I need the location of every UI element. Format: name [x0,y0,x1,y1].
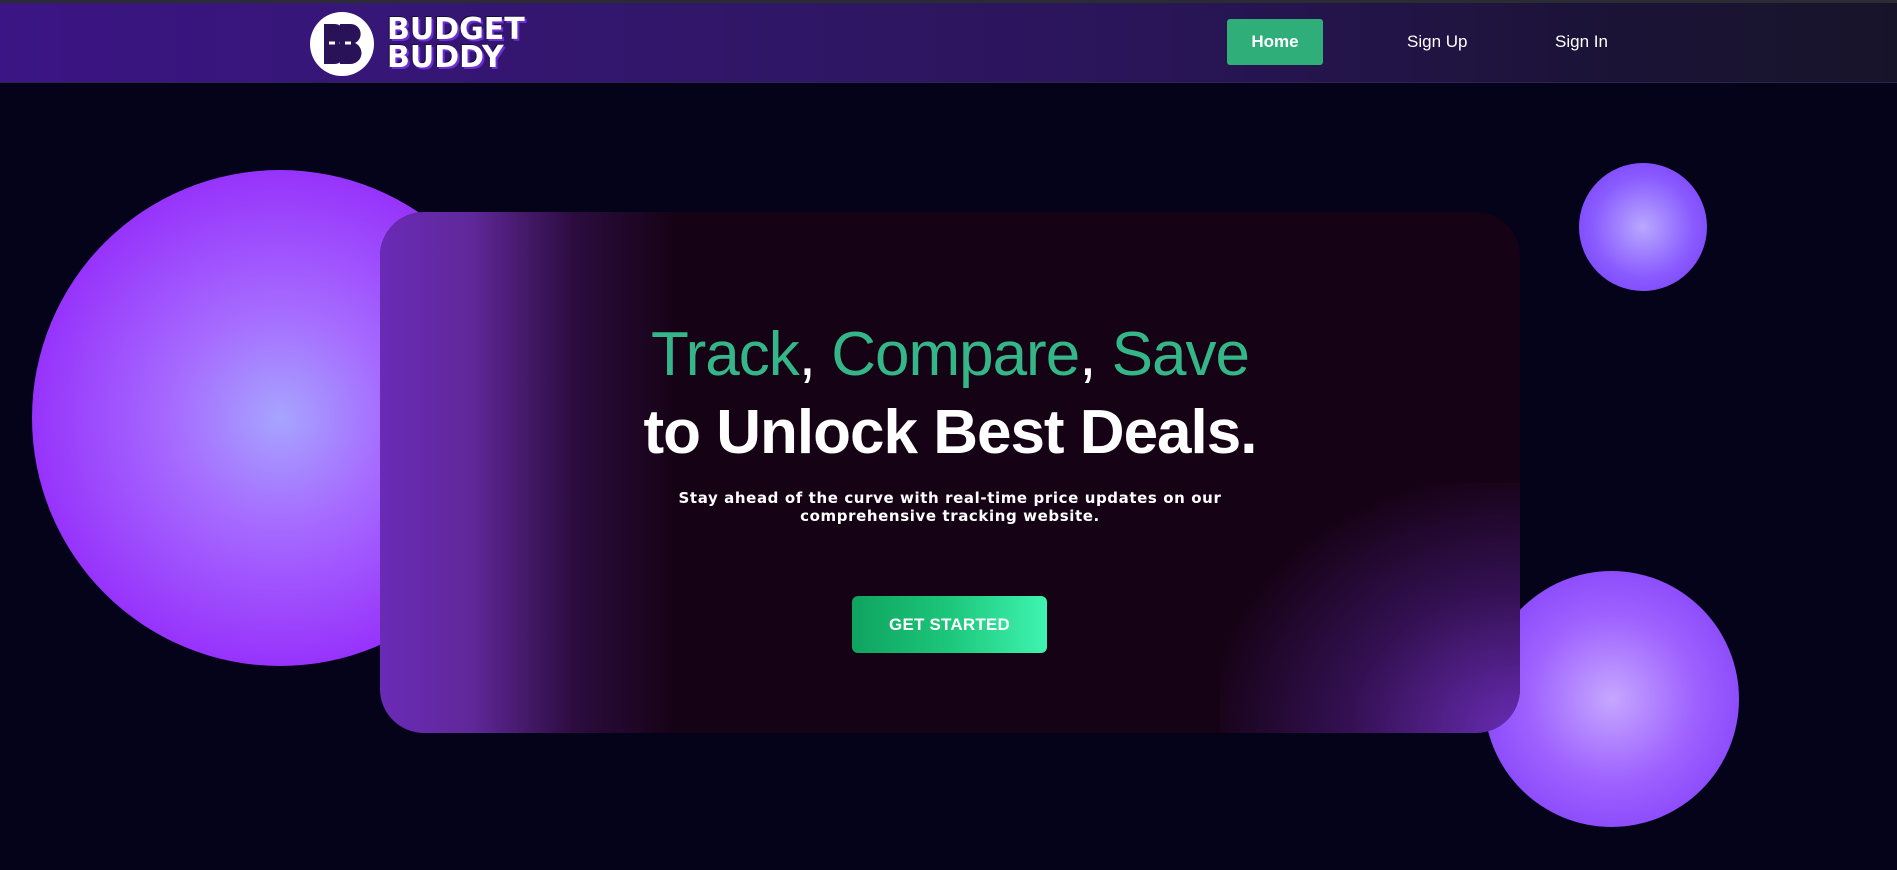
nav-sign-up-link[interactable]: Sign Up [1407,19,1467,65]
hero-subtitle: Stay ahead of the curve with real-time p… [380,489,1520,525]
card-glow-left [380,212,680,733]
brand-wordmark: BUDGET BUDDY [387,15,525,75]
landing-page: BUDGET BUDDY Home Sign Up Sign In Track,… [0,0,1897,870]
brand-line2: BUDDY [387,40,504,75]
nav-home-button[interactable]: Home [1227,19,1323,65]
nav-sign-in-link[interactable]: Sign In [1555,19,1608,65]
title-word-track: Track [651,320,800,389]
hero-card: Track, Compare, Save to Unlock Best Deal… [380,212,1520,733]
brand-logo[interactable]: BUDGET BUDDY [310,11,525,77]
get-started-button[interactable]: GET STARTED [852,596,1047,653]
title-word-compare: Compare [831,320,1080,389]
navbar: BUDGET BUDDY Home Sign Up Sign In [0,3,1897,83]
subtitle-line-2: comprehensive tracking website. [800,507,1100,525]
title-line-2: to Unlock Best Deals. [643,398,1258,467]
decorative-sphere-top-right [1579,163,1707,291]
subtitle-line-1: Stay ahead of the curve with real-time p… [678,489,1222,507]
bb-monogram-icon [310,12,374,76]
decorative-sphere-bottom-right [1484,571,1739,827]
hero-title: Track, Compare, Save to Unlock Best Deal… [380,316,1520,472]
title-separator: , [1079,320,1112,389]
title-separator: , [798,320,832,389]
title-word-save: Save [1111,320,1250,389]
